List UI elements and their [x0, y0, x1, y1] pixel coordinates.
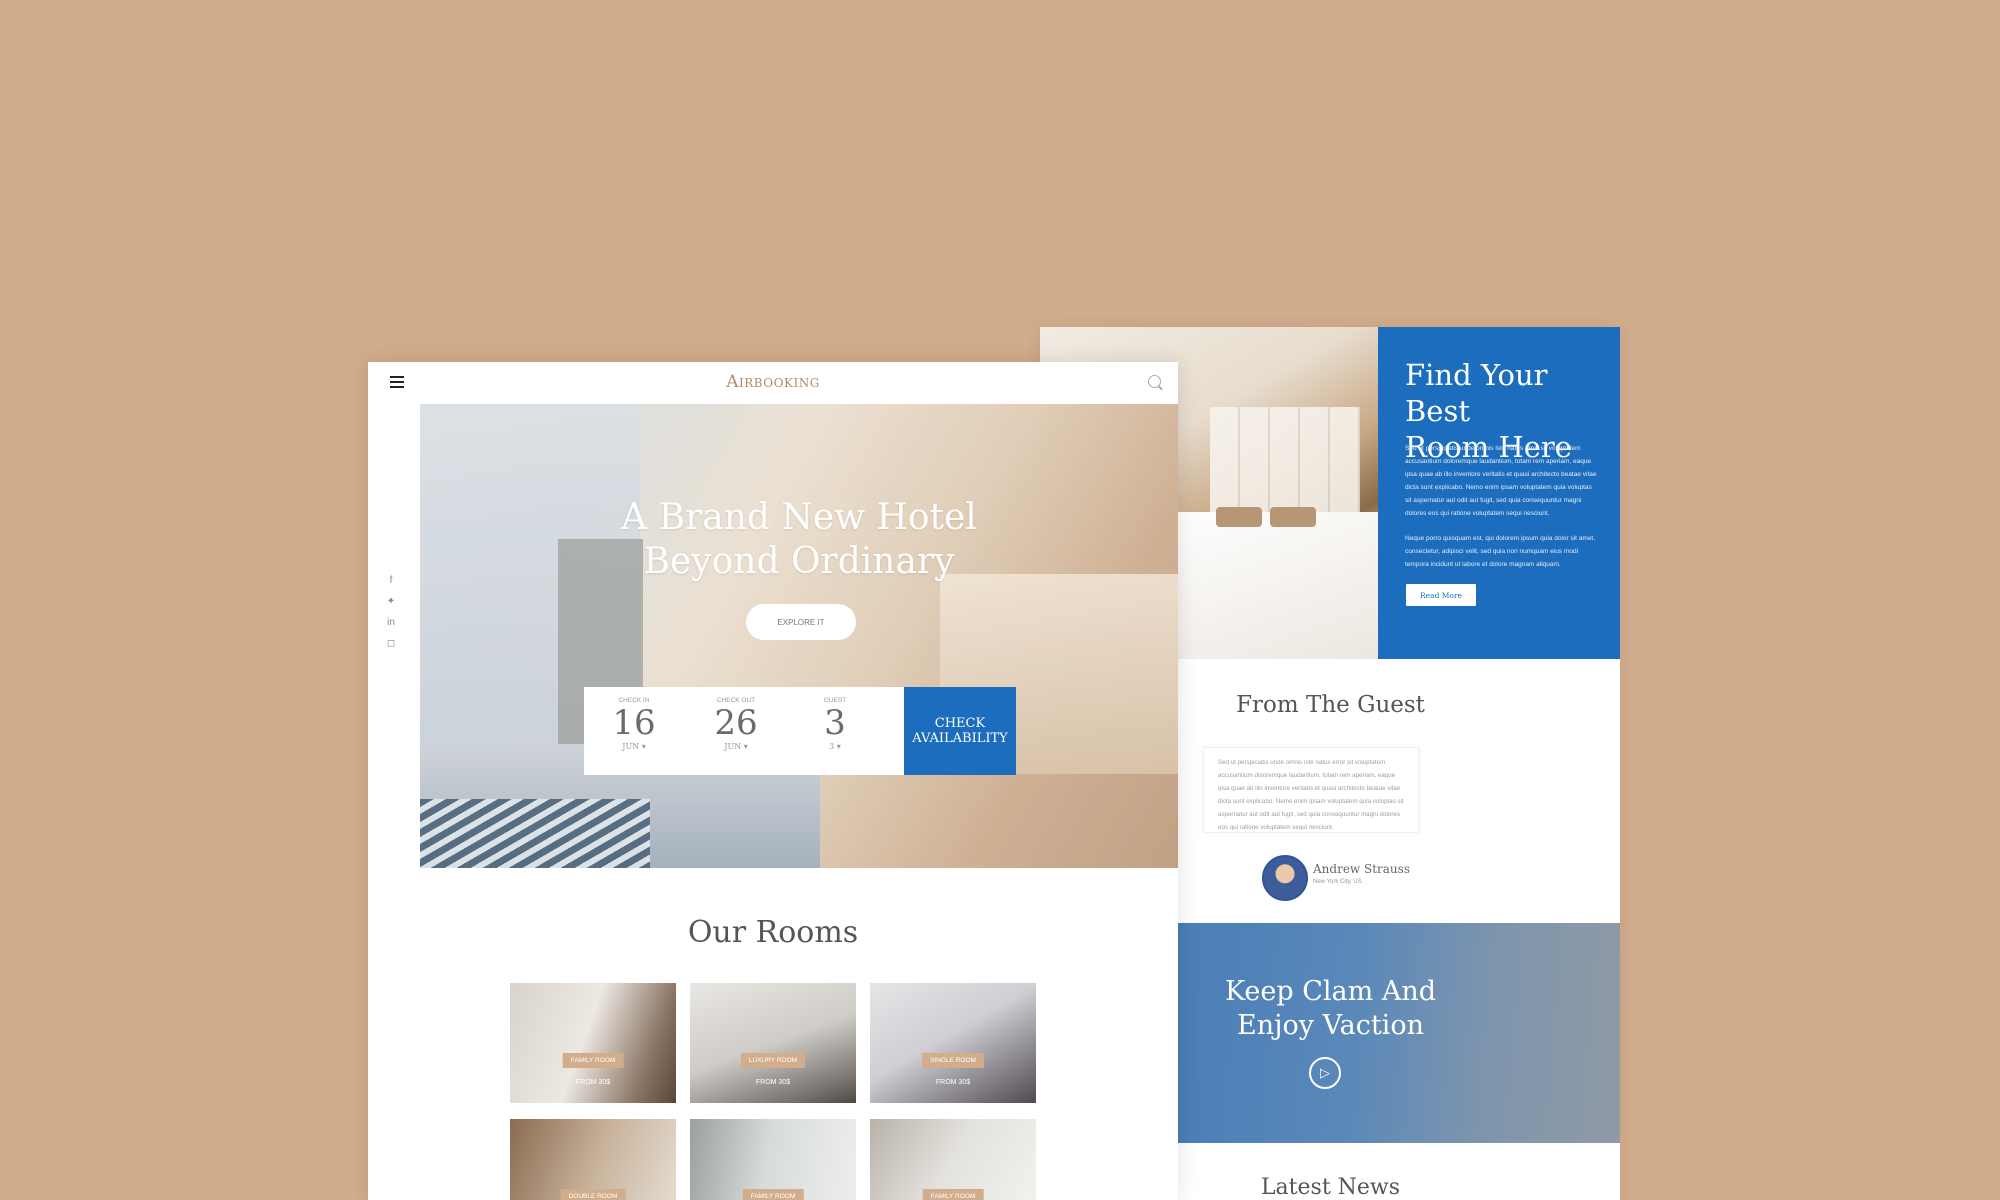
brand-logo[interactable]: Airbooking [368, 372, 1178, 392]
booking-widget: CHECK IN 16 JUN ▾ CHECK OUT 26 JUN ▾ GUE… [584, 687, 1016, 775]
pillow-graphic [1216, 507, 1262, 527]
pillow-graphic [1270, 507, 1316, 527]
check-in-field[interactable]: CHECK IN 16 JUN ▾ [589, 687, 679, 751]
room-card[interactable]: LUXURY ROOM FROM 30$ [690, 983, 856, 1103]
room-card[interactable]: FAMILY ROOM [870, 1119, 1036, 1200]
news-title: Latest News [1260, 1175, 1401, 1200]
read-more-button[interactable]: Read More [1406, 584, 1476, 606]
check-availability-button[interactable]: CHECK AVAILABILITY [904, 687, 1016, 775]
facebook-icon[interactable]: f [386, 575, 396, 586]
hero-banner: A Brand New Hotel Beyond Ordinary EXPLORE… [420, 404, 1178, 868]
search-icon[interactable] [1148, 375, 1161, 388]
linkedin-icon[interactable]: in [386, 617, 396, 628]
check-out-field[interactable]: CHECK OUT 26 JUN ▾ [691, 687, 781, 751]
testimonial-title: From The Guest [1236, 692, 1425, 718]
explore-button[interactable]: EXPLORE IT [746, 604, 856, 640]
play-icon[interactable]: ▷ [1309, 1057, 1341, 1089]
main-page: Airbooking f ✦ in ◻ A Brand New Hotel Bey… [368, 362, 1178, 1200]
author-location: New York City, US [1313, 879, 1362, 885]
testimonial-card: Sed ut perspiciatis unde omnis iste natu… [1203, 747, 1419, 833]
instagram-icon[interactable]: ◻ [386, 638, 396, 649]
rooms-title: Our Rooms [687, 915, 859, 950]
promo-paragraph: Neque porro quisquam est, qui dolorem ip… [1405, 535, 1596, 568]
room-card[interactable]: FAMILY ROOM FROM 30$ [510, 983, 676, 1103]
author-name: Andrew Strauss [1313, 862, 1410, 876]
video-title: Keep Clam And Enjoy Vaction [1224, 976, 1437, 1041]
guest-field[interactable]: GUEST 3 3 ▾ [790, 687, 880, 751]
video-banner: Keep Clam And Enjoy Vaction ▷ [1178, 923, 1620, 1143]
bed-graphic [1160, 512, 1378, 659]
promo-panel: Find Your Best Room Here Sed ut perspicia… [1378, 327, 1620, 659]
twitter-icon[interactable]: ✦ [386, 596, 396, 607]
hero-title: A Brand New Hotel Beyond Ordinary [621, 497, 977, 582]
room-card[interactable]: FAMILY ROOM [690, 1119, 856, 1200]
avatar [1262, 855, 1308, 901]
room-card[interactable]: SINGLE ROOM FROM 30$ [870, 983, 1036, 1103]
room-card[interactable]: DOUBLE ROOM [510, 1119, 676, 1200]
promo-paragraph: Sed ut perspiciatis unde omnis iste natu… [1405, 445, 1597, 517]
